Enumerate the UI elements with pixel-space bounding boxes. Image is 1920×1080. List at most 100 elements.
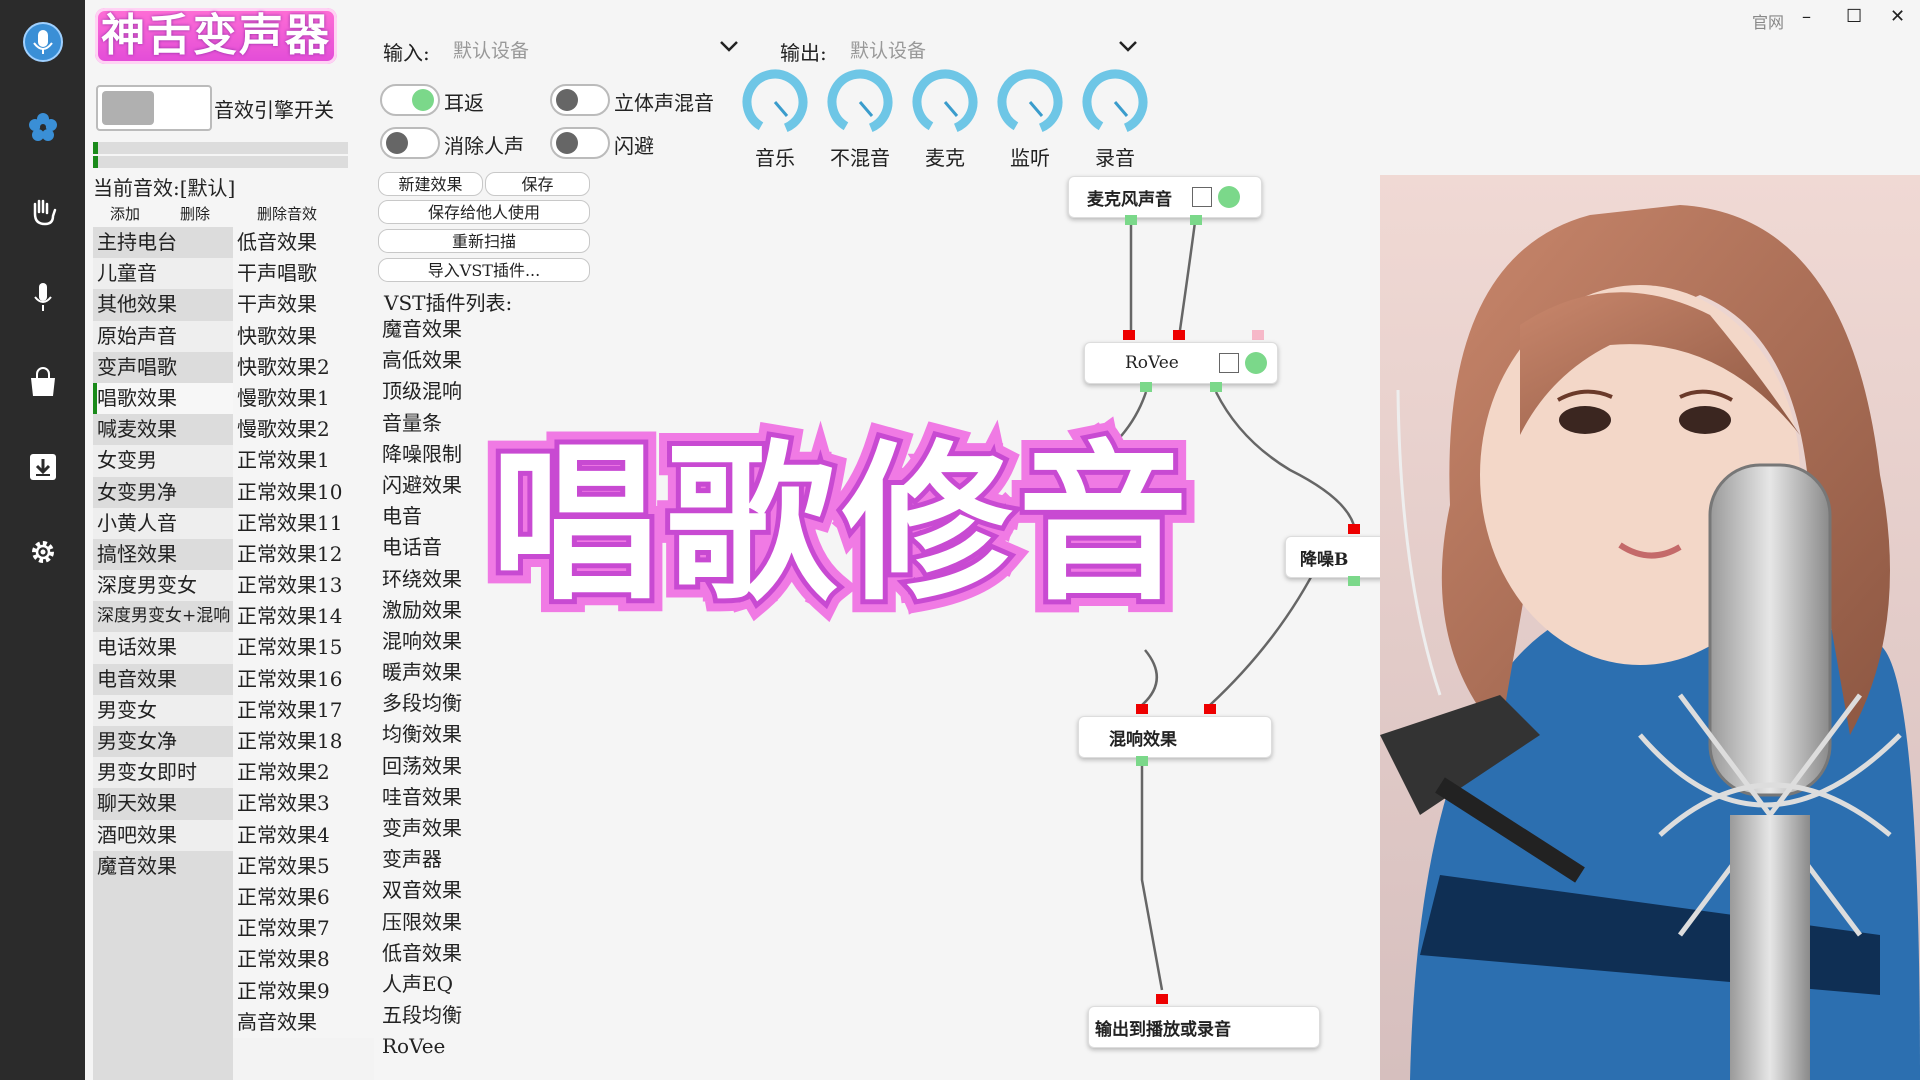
effect-list-item[interactable]: 快歌效果2 — [233, 351, 374, 383]
rescan-button[interactable]: 重新扫描 — [378, 229, 590, 253]
vst-plugin-item[interactable]: 低音效果 — [378, 937, 590, 969]
effect-list-item[interactable]: 搞怪效果 — [93, 538, 233, 571]
effect-list-item[interactable]: 正常效果10 — [233, 476, 374, 508]
effect-list-item[interactable]: 正常效果6 — [233, 881, 374, 914]
node-output[interactable]: 输出到播放或录音 — [1088, 1006, 1320, 1048]
effect-list-item[interactable]: 正常效果8 — [233, 944, 374, 976]
vst-plugin-item[interactable]: 五段均衡 — [378, 1000, 590, 1032]
effect-list-item[interactable]: 高音效果 — [233, 1006, 374, 1038]
minimize-button[interactable]: – — [1802, 6, 1811, 27]
vst-plugin-item[interactable]: 变声器 — [378, 844, 590, 876]
ducking-toggle[interactable] — [550, 127, 610, 159]
hand-icon[interactable] — [21, 190, 65, 234]
effect-list-item[interactable]: 正常效果4 — [233, 819, 374, 851]
eq-icon[interactable] — [1192, 187, 1212, 207]
effect-list-item[interactable]: 正常效果5 — [233, 850, 374, 882]
effect-list-item[interactable]: 正常效果14 — [233, 601, 374, 633]
effect-list-item[interactable]: 变声唱歌 — [93, 351, 233, 383]
effect-list-item[interactable]: 原始声音 — [93, 320, 233, 352]
vst-plugin-item[interactable]: 哇音效果 — [378, 781, 590, 813]
effect-list-item[interactable]: 正常效果16 — [233, 663, 374, 695]
effect-list-item[interactable]: 女变男净 — [93, 476, 233, 508]
effect-list-item[interactable]: 聊天效果 — [93, 788, 233, 820]
vst-plugin-item[interactable]: RoVee — [378, 1031, 590, 1063]
volume-knob[interactable]: 不混音 — [826, 68, 894, 171]
volume-knob[interactable]: 麦克 — [911, 68, 979, 171]
gear-icon[interactable] — [21, 530, 65, 574]
output-chevron-down-icon[interactable] — [1117, 38, 1139, 57]
save-for-others-button[interactable]: 保存给他人使用 — [378, 200, 590, 224]
remove-vocal-toggle[interactable] — [380, 127, 440, 159]
eq-icon[interactable] — [1218, 353, 1239, 373]
effect-list-item[interactable]: 干声唱歌 — [233, 258, 374, 290]
vst-plugin-item[interactable]: 顶级混响 — [378, 376, 590, 408]
vst-plugin-item[interactable]: 魔音效果 — [378, 314, 590, 346]
maximize-button[interactable]: ☐ — [1846, 6, 1862, 27]
effect-list-item[interactable]: 正常效果15 — [233, 632, 374, 664]
input-chevron-down-icon[interactable] — [718, 38, 740, 57]
effect-list-item[interactable]: 魔音效果 — [93, 850, 233, 882]
effect-list-item[interactable]: 小黄人音 — [93, 507, 233, 539]
effect-list-item[interactable]: 深度男变女 — [93, 570, 233, 602]
stereo-mix-toggle[interactable] — [550, 84, 610, 116]
engine-switch[interactable] — [96, 85, 212, 131]
flower-icon[interactable] — [21, 105, 65, 149]
node-mic[interactable]: 麦克风声音 — [1068, 176, 1262, 218]
save-button[interactable]: 保存 — [485, 172, 590, 196]
volume-knob[interactable]: 录音 — [1081, 68, 1149, 171]
effect-list-item[interactable]: 儿童音 — [93, 258, 233, 290]
effect-list-item[interactable]: 正常效果2 — [233, 757, 374, 789]
vst-plugin-item[interactable]: 暖声效果 — [378, 657, 590, 689]
effect-list-item[interactable]: 深度男变女+混响 — [93, 601, 233, 633]
node-denoise[interactable]: 降噪B — [1285, 536, 1387, 578]
effect-list-item[interactable]: 电话效果 — [93, 632, 233, 664]
ear-return-toggle[interactable] — [380, 84, 440, 116]
add-button[interactable]: 添加 — [110, 203, 140, 224]
vst-plugin-item[interactable]: 混响效果 — [378, 625, 590, 658]
vst-plugin-item[interactable]: 回荡效果 — [378, 750, 590, 782]
volume-knob[interactable]: 监听 — [996, 68, 1064, 171]
vst-plugin-item[interactable]: 压限效果 — [378, 906, 590, 938]
vst-plugin-item[interactable]: 均衡效果 — [378, 719, 590, 751]
node-rovee[interactable]: RoVee — [1084, 342, 1278, 384]
effect-list-item[interactable]: 喊麦效果 — [93, 414, 233, 446]
effect-list-item[interactable]: 正常效果3 — [233, 788, 374, 820]
effect-list-item[interactable]: 正常效果17 — [233, 694, 374, 726]
bag-icon[interactable] — [21, 360, 65, 404]
effect-list-item[interactable]: 低音效果 — [233, 227, 374, 259]
close-button[interactable]: ✕ — [1890, 6, 1905, 27]
delete-effect-button[interactable]: 删除音效 — [257, 203, 317, 224]
effect-list-item[interactable]: 男变女净 — [93, 726, 233, 758]
effect-list-item[interactable]: 酒吧效果 — [93, 819, 233, 851]
vst-plugin-item[interactable]: 变声效果 — [378, 813, 590, 845]
volume-knob[interactable]: 音乐 — [741, 68, 809, 171]
microphone-logo-icon[interactable] — [21, 20, 65, 64]
effect-list-item[interactable]: 慢歌效果1 — [233, 382, 374, 415]
effect-list-item[interactable]: 正常效果13 — [233, 570, 374, 602]
vst-plugin-item[interactable]: 高低效果 — [378, 345, 590, 377]
official-site-link[interactable]: 官网 — [1752, 9, 1784, 33]
effect-list-item[interactable]: 正常效果7 — [233, 913, 374, 945]
output-select[interactable]: 默认设备 — [850, 36, 926, 63]
mic-icon[interactable] — [21, 275, 65, 319]
effect-list-item[interactable]: 正常效果12 — [233, 538, 374, 571]
effect-list-item[interactable]: 正常效果11 — [233, 507, 374, 539]
effect-list-item[interactable]: 正常效果18 — [233, 726, 374, 758]
effect-list-item[interactable]: 男变女 — [93, 694, 233, 726]
import-vst-button[interactable]: 导入VST插件... — [378, 258, 590, 282]
effect-list-item[interactable]: 电音效果 — [93, 663, 233, 695]
node-reverb[interactable]: 混响效果 — [1078, 716, 1272, 758]
effect-list-item[interactable]: 唱歌效果 — [93, 382, 233, 415]
effect-list-item[interactable]: 快歌效果 — [233, 320, 374, 352]
input-select[interactable]: 默认设备 — [453, 36, 529, 63]
effect-list-item[interactable]: 男变女即时 — [93, 757, 233, 789]
effect-list-item[interactable]: 慢歌效果2 — [233, 414, 374, 446]
vst-plugin-item[interactable]: 双音效果 — [378, 875, 590, 907]
delete-button[interactable]: 删除 — [180, 203, 210, 224]
effect-list-item[interactable]: 主持电台 — [93, 227, 233, 259]
effect-list-item[interactable]: 其他效果 — [93, 289, 233, 321]
effect-list-item[interactable]: 女变男 — [93, 445, 233, 477]
vst-plugin-item[interactable]: 多段均衡 — [378, 688, 590, 720]
vst-plugin-item[interactable]: 人声EQ — [378, 968, 590, 1001]
effect-list-item[interactable]: 正常效果1 — [233, 445, 374, 477]
